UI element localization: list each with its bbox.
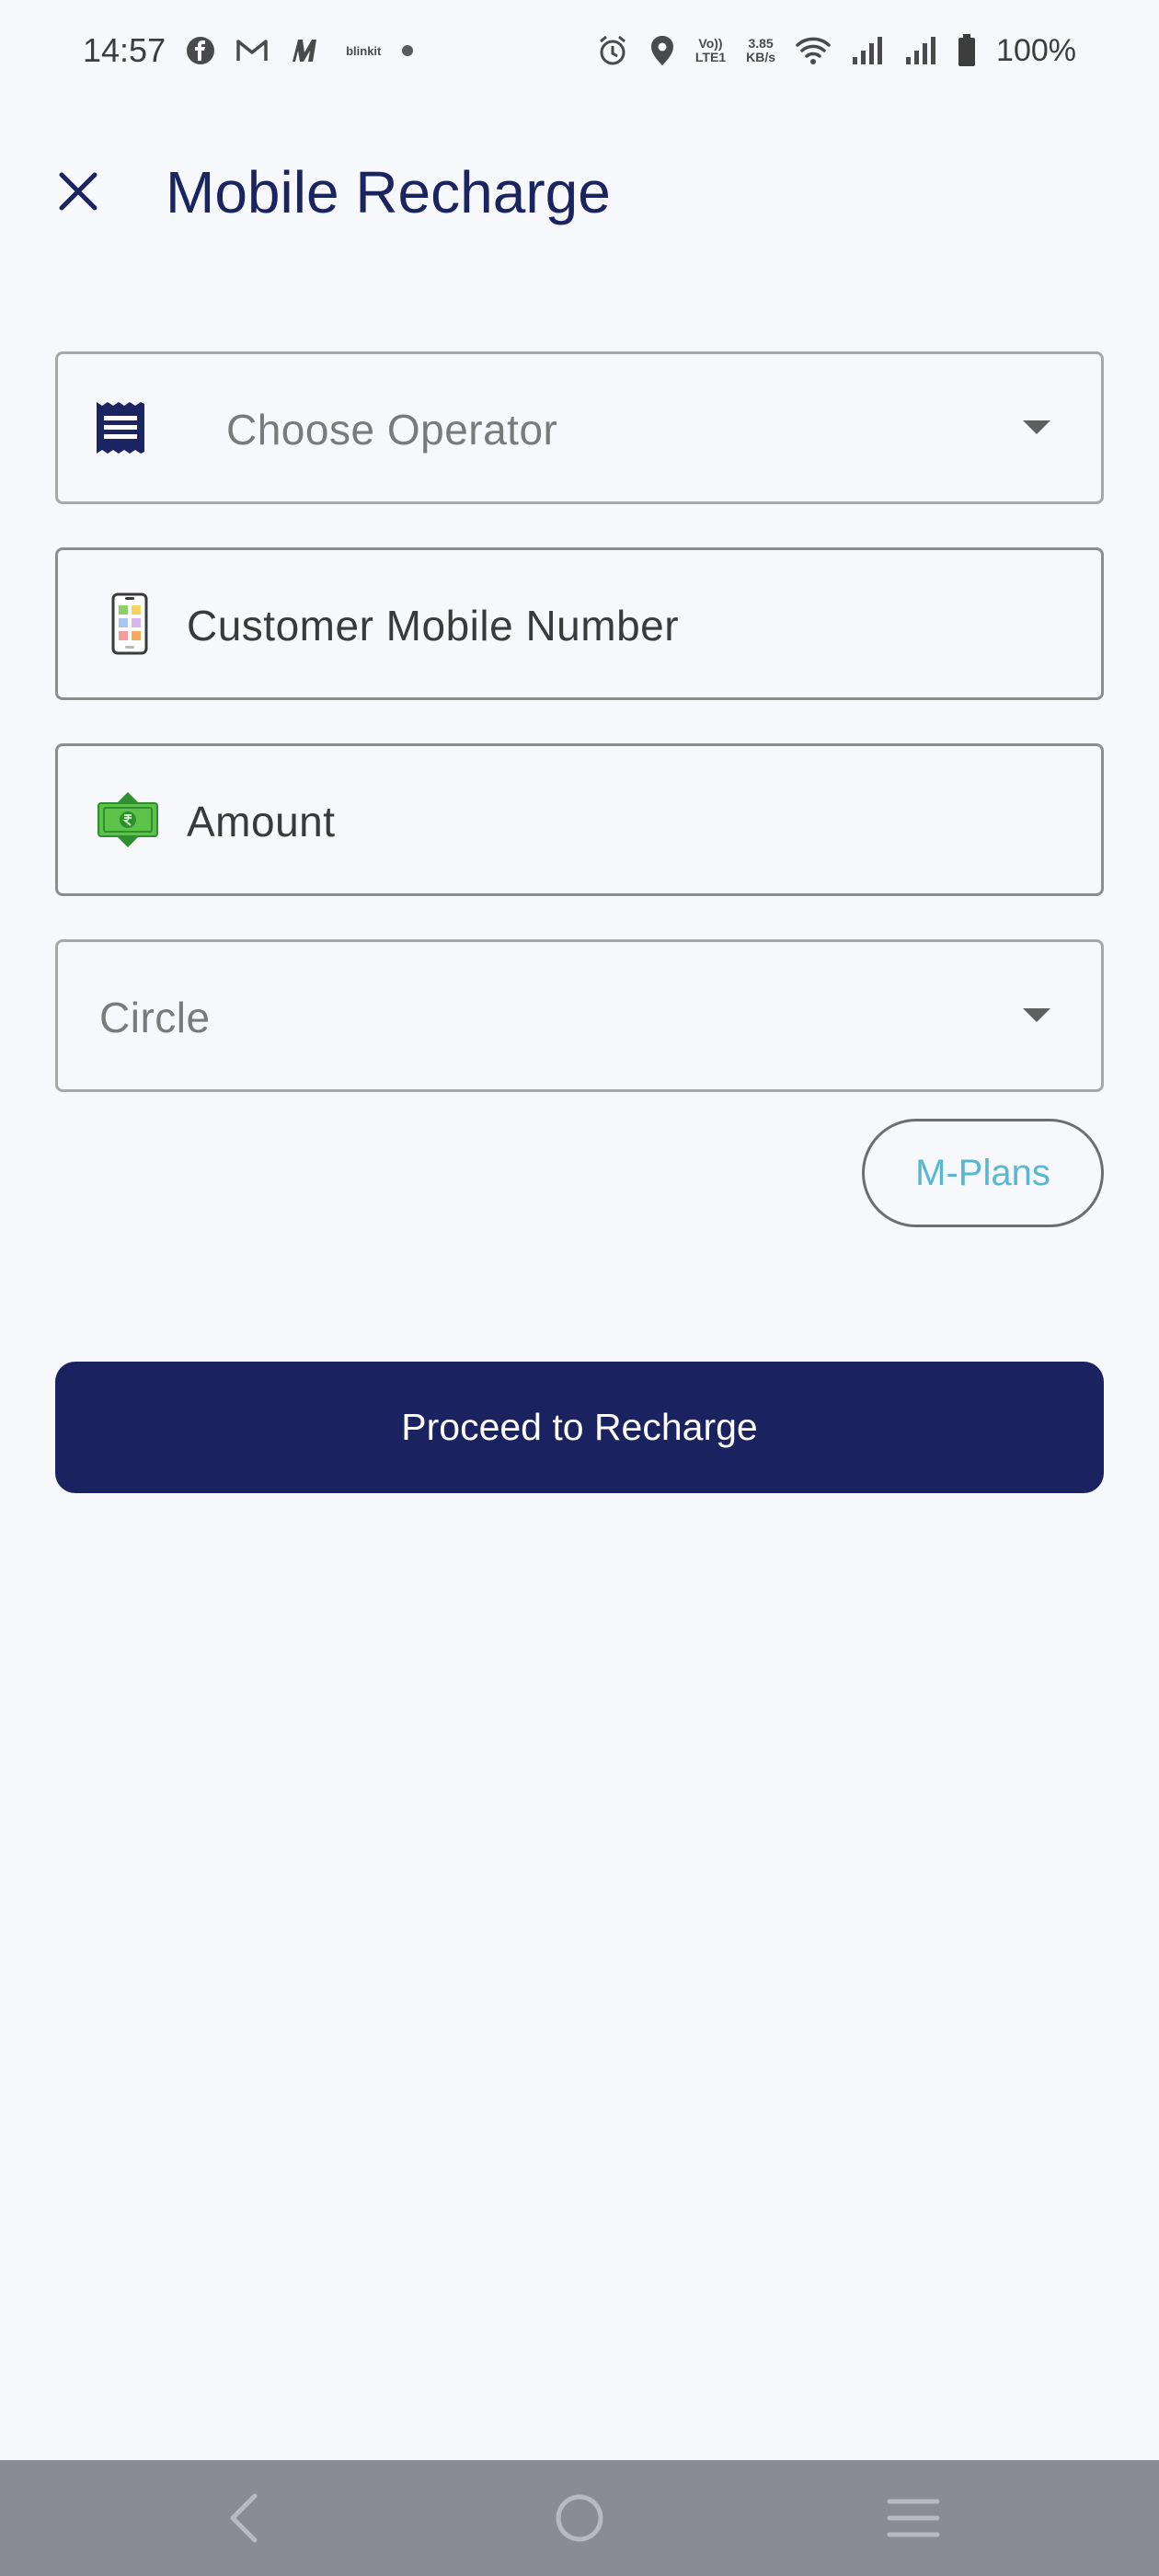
- app-header: Mobile Recharge: [0, 147, 1159, 239]
- smartphone-icon: [111, 592, 148, 655]
- recharge-screen: 14:57 blinkit Vo)) LTE1 3.85 KB/s 100% M…: [0, 0, 1159, 2576]
- home-icon: [556, 2494, 603, 2542]
- battery-percent: 100%: [996, 32, 1076, 68]
- battery-icon: [958, 34, 976, 67]
- status-time: 14:57: [83, 31, 166, 69]
- speed-unit: KB/s: [746, 50, 776, 64]
- volte-text-top: Vo)): [698, 36, 723, 51]
- speed-value: 3.85: [748, 36, 774, 51]
- close-button[interactable]: [51, 164, 106, 219]
- mobile-number-label: Customer Mobile Number: [187, 602, 680, 650]
- gmail-icon: [235, 38, 269, 63]
- dot-icon: [401, 44, 414, 57]
- network-speed: 3.85 KB/s: [746, 37, 775, 64]
- chevron-down-icon: [1023, 420, 1050, 434]
- wifi-icon: [796, 36, 831, 65]
- receipt-icon: [95, 400, 146, 455]
- signal-icon-sim1: [851, 35, 884, 66]
- operator-placeholder: Choose Operator: [226, 406, 558, 454]
- blinkit-icon: blinkit: [346, 43, 382, 58]
- amount-label: Amount: [187, 798, 336, 845]
- facebook-icon: [186, 36, 215, 65]
- alarm-icon: [596, 34, 629, 67]
- menu-icon: [887, 2499, 940, 2537]
- volte-text-bottom: LTE1: [694, 50, 727, 64]
- status-bar-right: Vo)) LTE1 3.85 KB/s 100%: [596, 33, 1076, 69]
- circle-placeholder: Circle: [99, 994, 211, 1041]
- close-icon: [59, 172, 98, 211]
- operator-select[interactable]: Choose Operator: [55, 351, 1104, 504]
- volte-indicator: Vo)) LTE1: [695, 37, 726, 64]
- circle-select[interactable]: Circle: [55, 939, 1104, 1092]
- recents-button[interactable]: [881, 2486, 946, 2550]
- proceed-to-recharge-button[interactable]: Proceed to Recharge: [55, 1362, 1104, 1493]
- amount-field[interactable]: Amount: [55, 743, 1104, 896]
- signal-icon-sim2: [904, 35, 937, 66]
- status-bar-left: 14:57 blinkit: [83, 31, 414, 70]
- rupee-note-icon: [97, 790, 159, 849]
- system-nav-bar: [0, 2460, 1159, 2576]
- chevron-down-icon: [1023, 1008, 1050, 1022]
- page-title: Mobile Recharge: [166, 159, 611, 225]
- location-icon: [649, 34, 675, 67]
- myntra-icon: [289, 36, 326, 65]
- back-icon: [230, 2493, 258, 2543]
- home-button[interactable]: [547, 2486, 612, 2550]
- mplans-button[interactable]: M-Plans: [862, 1119, 1104, 1227]
- status-bar: 14:57 blinkit Vo)) LTE1 3.85 KB/s 100%: [0, 0, 1159, 101]
- back-button[interactable]: [212, 2486, 276, 2550]
- mobile-number-field[interactable]: Customer Mobile Number: [55, 547, 1104, 700]
